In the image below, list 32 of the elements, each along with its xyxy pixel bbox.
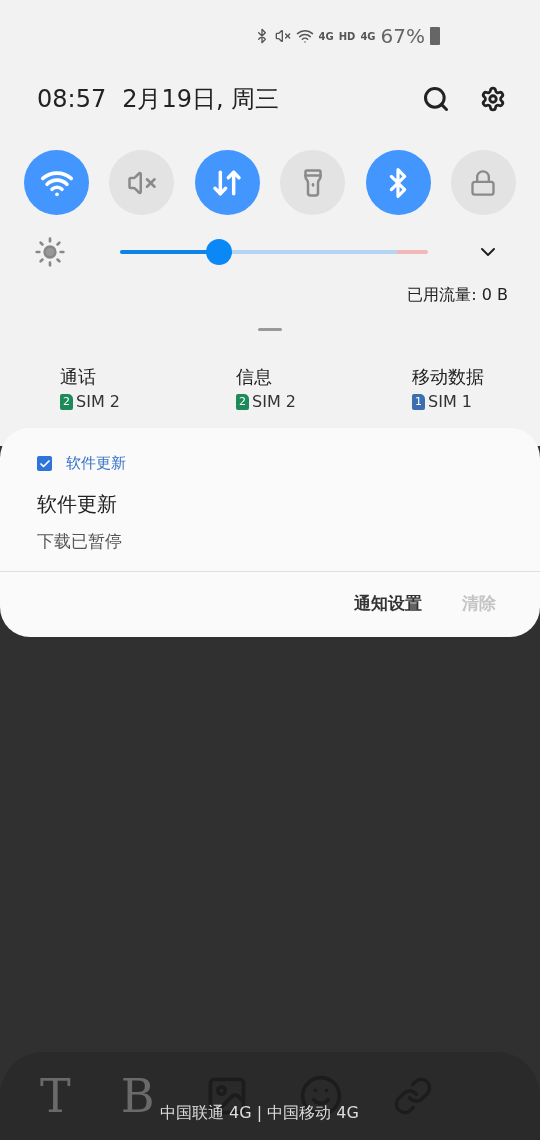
sim-setting-label[interactable]: 信息 [236, 365, 412, 389]
sim-name: SIM 2 [252, 392, 296, 411]
drag-handle[interactable] [258, 328, 282, 331]
settings-button[interactable] [480, 86, 506, 112]
notification-title: 软件更新 [37, 491, 118, 518]
checkbox-icon [37, 456, 52, 471]
notification-action[interactable]: 通知设置 [354, 592, 422, 615]
sim-badge: 2 [60, 393, 73, 410]
brightness-icon [34, 236, 66, 268]
sim-name: SIM 2 [76, 392, 120, 411]
clock: 08:57 [37, 85, 107, 113]
wifi-icon [295, 27, 314, 45]
network-label: HD [338, 30, 356, 42]
sim-badge: 2 [236, 393, 249, 410]
mute-icon [274, 28, 291, 44]
lock-icon [469, 168, 498, 197]
sim-badge: 1 [412, 393, 425, 410]
brightness-slider[interactable] [120, 239, 428, 265]
app-name: 软件更新 [66, 454, 126, 473]
network-label: 4G [318, 30, 334, 42]
sim-setting-label[interactable]: 通话 [60, 365, 236, 389]
network-label: 4G [360, 30, 376, 42]
slider-thumb[interactable] [205, 239, 232, 265]
sim-name: SIM 1 [428, 392, 472, 411]
carrier-label: 中国联通 4G | 中国移动 4G [160, 1103, 359, 1124]
battery-percent: 67% [380, 24, 425, 48]
search-button[interactable] [422, 85, 450, 113]
date: 2月19日, 周三 [122, 84, 281, 115]
notification-text: 下载已暂停 [37, 530, 123, 553]
data-usage: 已用流量: 0 B [406, 284, 509, 306]
sim-setting-label[interactable]: 移动数据 [412, 365, 484, 389]
battery-icon [430, 27, 440, 45]
